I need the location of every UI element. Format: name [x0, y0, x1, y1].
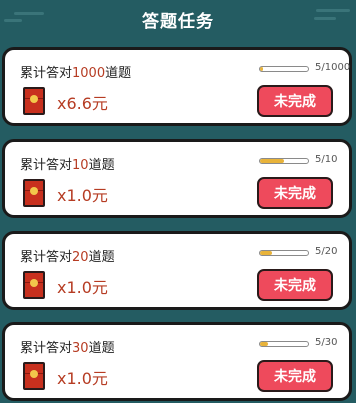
progress-text: 5/30: [315, 337, 338, 348]
page-title: 答题任务: [142, 12, 214, 32]
red-envelope-icon: [23, 179, 45, 207]
task-title: 累计答对1000道题: [20, 66, 132, 81]
progress-text: 5/10: [315, 154, 338, 165]
task-count: 30: [72, 341, 89, 356]
task-progress: 5/1000: [259, 62, 350, 73]
task-count: 20: [72, 250, 89, 265]
red-envelope-icon: [23, 362, 45, 390]
reward-amount: x1.0元: [57, 369, 108, 388]
progress-text: 5/1000: [315, 62, 351, 73]
reward-amount: x1.0元: [57, 186, 108, 205]
task-card: 累计答对1000道题 5/1000 x6.6元 未完成: [2, 47, 352, 126]
task-progress: 5/30: [259, 337, 337, 348]
task-title: 累计答对10道题: [20, 158, 115, 173]
task-progress: 5/10: [259, 154, 337, 165]
progress-fill: [260, 342, 269, 346]
task-status-button[interactable]: 未完成: [257, 360, 333, 392]
task-count: 1000: [72, 66, 106, 81]
progress-fill: [260, 159, 284, 163]
red-envelope-icon: [23, 271, 45, 299]
progress-bar: [259, 250, 309, 256]
reward-amount: x1.0元: [57, 278, 108, 297]
task-title: 累计答对20道题: [20, 250, 115, 265]
task-status-button[interactable]: 未完成: [257, 177, 333, 209]
task-card: 累计答对30道题 5/30 x1.0元 未完成: [2, 322, 352, 401]
progress-bar: [259, 158, 309, 164]
red-envelope-icon: [23, 87, 45, 115]
progress-bar: [259, 66, 309, 72]
progress-bar: [259, 341, 309, 347]
task-card: 累计答对10道题 5/10 x1.0元 未完成: [2, 139, 352, 218]
progress-text: 5/20: [315, 246, 338, 257]
reward-amount: x6.6元: [57, 94, 108, 113]
task-status-button[interactable]: 未完成: [257, 85, 333, 117]
task-title: 累计答对30道题: [20, 341, 115, 356]
progress-fill: [260, 67, 263, 71]
task-progress: 5/20: [259, 246, 337, 257]
task-status-button[interactable]: 未完成: [257, 269, 333, 301]
task-count: 10: [72, 158, 89, 173]
progress-fill: [260, 251, 272, 255]
task-card: 累计答对20道题 5/20 x1.0元 未完成: [2, 231, 352, 310]
